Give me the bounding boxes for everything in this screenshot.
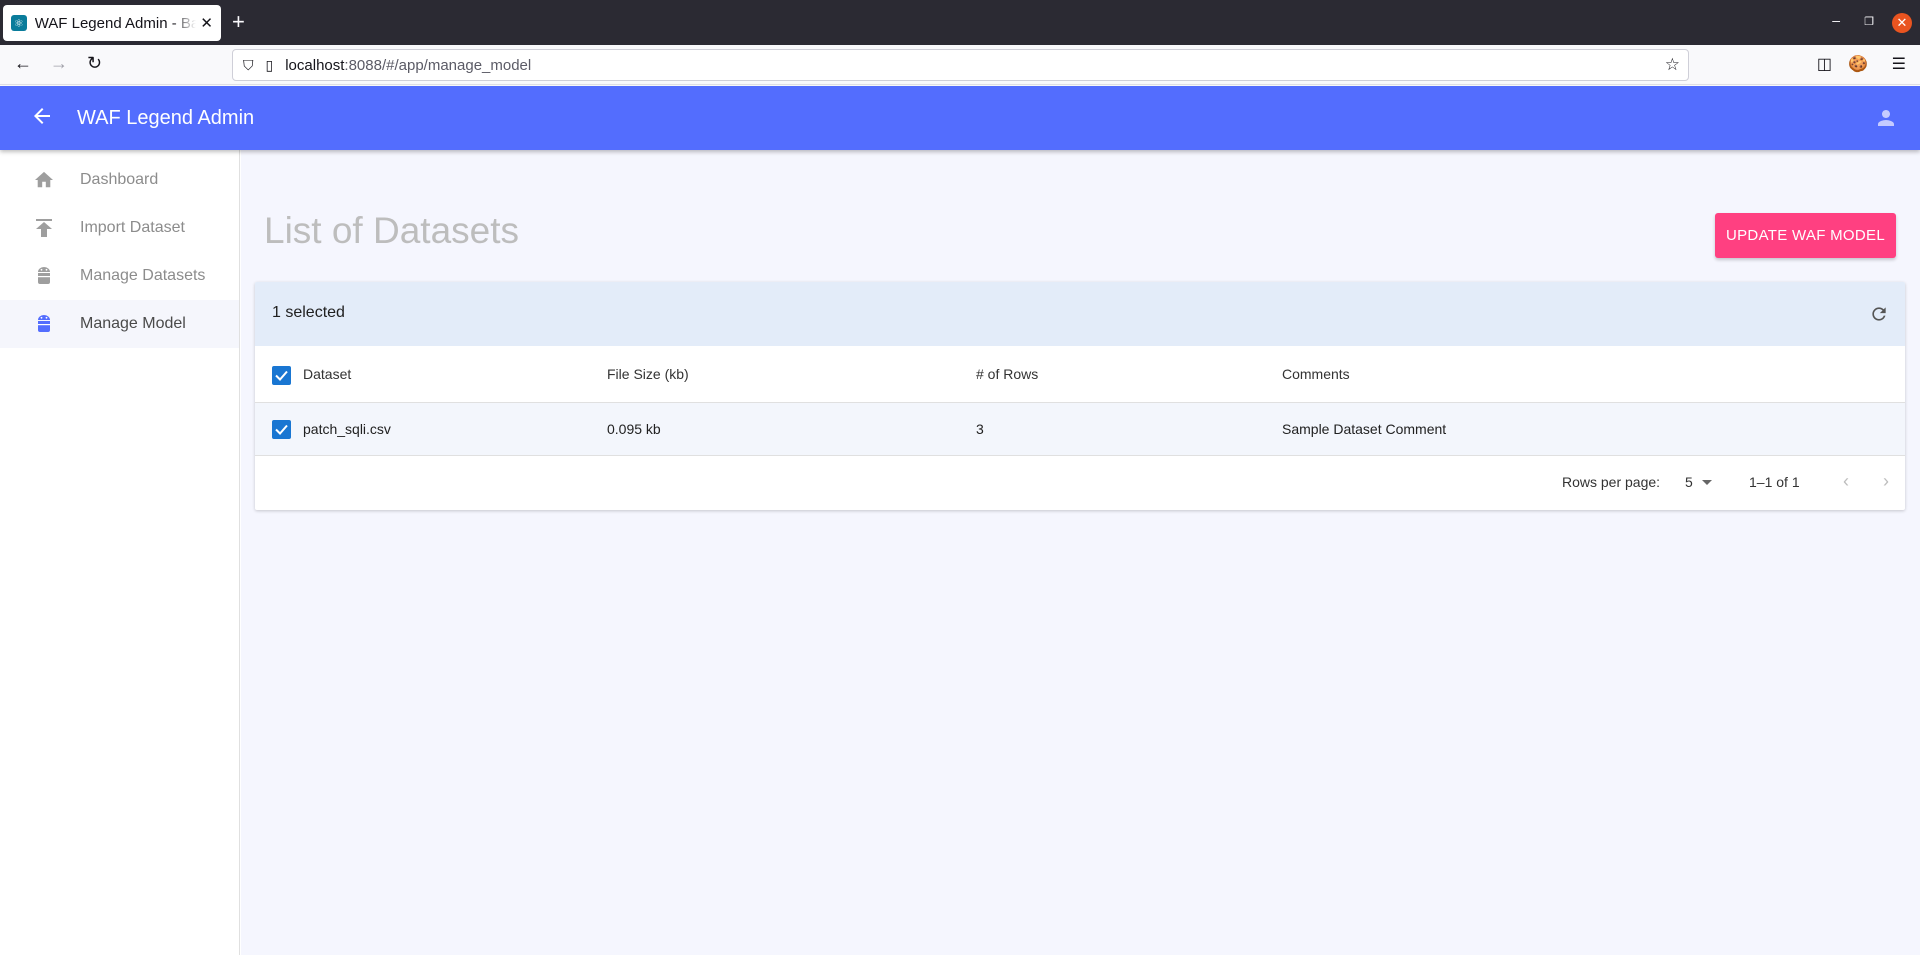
dropdown-arrow-icon[interactable] [1702, 480, 1712, 485]
sidebar-item-manage-datasets[interactable]: Manage Datasets [0, 252, 239, 300]
select-all-checkbox[interactable] [272, 366, 291, 385]
sidebar-item-label: Import Dataset [80, 219, 185, 236]
cell-file-size: 0.095 kb [607, 421, 661, 437]
cookie-extension-icon[interactable]: 🍪 [1848, 54, 1868, 74]
rows-per-page-label: Rows per page: [1562, 474, 1661, 490]
home-icon [35, 171, 53, 189]
table-pagination: Rows per page: 5 1–1 of 1 ‹ › [255, 456, 1905, 508]
sidebar-item-label: Manage Model [80, 315, 186, 332]
restore-icon[interactable]: ❐ [1864, 15, 1874, 28]
selected-count: 1 selected [272, 304, 345, 321]
new-tab-icon[interactable]: + [232, 10, 245, 34]
column-header-file-size[interactable]: File Size (kb) [607, 366, 689, 382]
app-title: WAF Legend Admin [77, 107, 255, 129]
cell-comments: Sample Dataset Comment [1282, 421, 1447, 437]
page-icon: ▯ [265, 56, 274, 73]
url-bar[interactable]: ⛉ ▯ localhost:8088/#/app/manage_model ☆ [232, 49, 1689, 81]
sidebar-item-import-dataset[interactable]: Import Dataset [0, 204, 239, 252]
cell-rows: 3 [976, 421, 984, 437]
sidebar-item-label: Dashboard [80, 171, 159, 188]
row-checkbox[interactable] [272, 420, 291, 439]
browser-tabbar: ⚛ WAF Legend Admin - Bandit ✕ + – ❐ ✕ [0, 0, 1920, 45]
shield-icon[interactable]: ⛉ [243, 57, 254, 74]
tab-close-icon[interactable]: ✕ [200, 14, 213, 32]
page-title: List of Datasets [264, 210, 520, 251]
table-header: Dataset File Size (kb) # of Rows Comment… [255, 346, 1905, 403]
sidebar: Dashboard Import Dataset Manage Datasets… [0, 150, 240, 955]
table-toolbar: 1 selected [255, 282, 1905, 346]
main-content: List of Datasets UPDATE WAF MODEL 1 sele… [241, 150, 1920, 955]
column-header-dataset[interactable]: Dataset [303, 366, 351, 382]
react-favicon-icon: ⚛ [11, 15, 27, 31]
hamburger-menu-icon[interactable]: ☰ [1892, 54, 1906, 74]
browser-navbar: ← → ↻ ⛉ ▯ localhost:8088/#/app/manage_mo… [0, 45, 1920, 85]
update-waf-model-button[interactable]: UPDATE WAF MODEL [1715, 213, 1896, 258]
url-text[interactable]: localhost:8088/#/app/manage_model [285, 57, 531, 74]
url-host: localhost [285, 56, 345, 74]
bookmark-star-icon[interactable]: ☆ [1665, 55, 1680, 75]
column-header-rows[interactable]: # of Rows [976, 366, 1038, 382]
pagination-range: 1–1 of 1 [1749, 474, 1800, 490]
sidebar-item-dashboard[interactable]: Dashboard [0, 156, 239, 204]
column-header-comments[interactable]: Comments [1282, 366, 1350, 382]
forward-icon[interactable]: → [50, 53, 68, 74]
back-arrow-icon[interactable] [30, 104, 54, 133]
check-icon [275, 424, 288, 435]
browser-tab[interactable]: ⚛ WAF Legend Admin - Bandit ✕ [3, 5, 221, 41]
previous-page-icon[interactable]: ‹ [1843, 471, 1849, 492]
app-bar: WAF Legend Admin [0, 86, 1920, 150]
tab-title: WAF Legend Admin - Bandit [34, 14, 197, 32]
back-icon[interactable]: ← [14, 53, 32, 74]
datasets-table-card: 1 selected Dataset File Size (kb) # of R… [255, 282, 1905, 510]
minimize-icon[interactable]: – [1832, 12, 1840, 28]
window-close-icon[interactable]: ✕ [1892, 13, 1912, 33]
android-icon [35, 315, 53, 333]
sidebar-item-manage-model[interactable]: Manage Model [0, 300, 239, 348]
check-icon [275, 370, 288, 381]
upload-icon [35, 219, 53, 237]
rows-per-page-select[interactable]: 5 [1685, 474, 1693, 490]
account-icon[interactable] [1874, 106, 1898, 130]
table-row[interactable]: patch_sqli.csv 0.095 kb 3 Sample Dataset… [255, 403, 1905, 456]
reload-icon[interactable]: ↻ [87, 53, 102, 74]
sidebar-item-label: Manage Datasets [80, 267, 206, 284]
next-page-icon[interactable]: › [1883, 471, 1889, 492]
url-path: :8088/#/app/manage_model [344, 56, 532, 74]
pocket-icon[interactable]: ◫ [1817, 54, 1832, 74]
android-icon [35, 267, 53, 285]
refresh-icon[interactable] [1869, 304, 1889, 324]
cell-dataset: patch_sqli.csv [303, 421, 391, 437]
